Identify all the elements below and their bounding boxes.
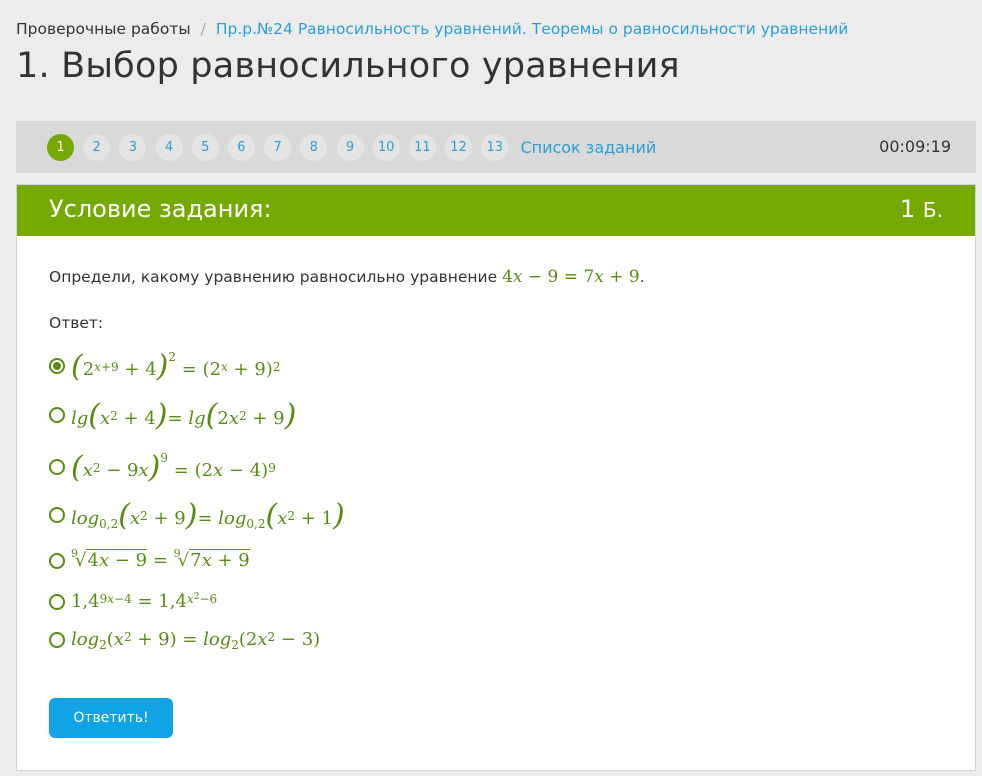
task-card: Условие задания: 1 Б. Определи, какому у… — [16, 184, 976, 771]
answer-option-5[interactable]: 9√4x − 9 = 9√7x + 9 — [49, 547, 250, 571]
option-5-equation: 9√4x − 9 = 9√7x + 9 — [71, 547, 250, 571]
question-equation: 4x − 9 = 7x + 9 — [502, 267, 640, 287]
breadcrumb: Проверочные работы / Пр.р.№24 Равносильнос… — [16, 20, 848, 38]
task-number-8[interactable]: 8 — [300, 133, 328, 161]
option-3-equation: (x2 − 9x)9 = (2x − 4)9 — [71, 450, 276, 485]
answer-option-6[interactable]: 1,49x−4 = 1,4x2−6 — [49, 591, 217, 612]
answer-option-3[interactable]: (x2 − 9x)9 = (2x − 4)9 — [49, 450, 276, 485]
task-number-9[interactable]: 9 — [336, 133, 364, 161]
radio-button[interactable] — [49, 593, 65, 610]
breadcrumb-root[interactable]: Проверочные работы — [16, 20, 191, 38]
task-number-3[interactable]: 3 — [119, 133, 147, 161]
option-7-equation: log2(x2 + 9) = log2(2x2 − 3) — [71, 629, 321, 652]
task-number-list: 1 2 3 4 5 6 7 8 9 10 11 12 13 Список зад… — [47, 133, 656, 161]
question-text: Определи, какому уравнению равносильно у… — [49, 267, 645, 287]
task-list-link[interactable]: Список заданий — [520, 138, 656, 157]
page-title: 1. Выбор равносильного уравнения — [16, 46, 680, 86]
task-number-2[interactable]: 2 — [83, 133, 111, 161]
breadcrumb-current-link[interactable]: Пр.р.№24 Равносильность уравнений. Теоре… — [216, 20, 849, 38]
task-number-1[interactable]: 1 — [47, 133, 74, 161]
answer-option-7[interactable]: log2(x2 + 9) = log2(2x2 − 3) — [49, 629, 321, 652]
task-number-4[interactable]: 4 — [155, 133, 183, 161]
breadcrumb-separator: / — [200, 20, 206, 38]
submit-answer-button[interactable]: Ответить! — [49, 698, 173, 738]
task-number-11[interactable]: 11 — [408, 133, 436, 161]
radio-button[interactable] — [49, 459, 65, 475]
answer-option-1[interactable]: (2x+9 + 4)2 = (2x + 9)2 — [49, 349, 281, 384]
option-6-equation: 1,49x−4 = 1,4x2−6 — [71, 591, 218, 612]
question-prompt: Определи, какому уравнению равносильно у… — [49, 268, 498, 286]
radio-button-selected[interactable] — [49, 358, 65, 374]
timer: 00:09:19 — [879, 137, 951, 156]
task-number-10[interactable]: 10 — [372, 133, 400, 161]
task-points: 1 Б. — [900, 195, 943, 223]
task-number-12[interactable]: 12 — [445, 133, 473, 161]
task-number-13[interactable]: 13 — [481, 133, 509, 161]
task-condition-title: Условие задания: — [49, 195, 272, 223]
task-points-unit: Б. — [922, 198, 943, 222]
option-2-equation: lg(x2 + 4)= lg(2x2 + 9) — [71, 398, 297, 433]
answer-option-4[interactable]: log0,2(x2 + 9)= log0,2(x2 + 1) — [49, 498, 345, 533]
task-card-header: Условие задания: 1 Б. — [17, 185, 975, 236]
answer-option-2[interactable]: lg(x2 + 4)= lg(2x2 + 9) — [49, 398, 297, 433]
radio-button[interactable] — [49, 407, 65, 423]
task-number-6[interactable]: 6 — [227, 133, 255, 161]
task-number-5[interactable]: 5 — [191, 133, 219, 161]
task-points-value: 1 — [900, 195, 916, 223]
task-navigation: 1 2 3 4 5 6 7 8 9 10 11 12 13 Список зад… — [16, 121, 976, 173]
radio-button[interactable] — [49, 552, 65, 569]
radio-button[interactable] — [49, 631, 65, 648]
question-end: . — [639, 268, 645, 286]
option-1-equation: (2x+9 + 4)2 = (2x + 9)2 — [71, 349, 281, 384]
task-number-7[interactable]: 7 — [264, 133, 292, 161]
answer-label: Ответ: — [49, 314, 104, 332]
radio-button[interactable] — [49, 507, 65, 523]
option-4-equation: log0,2(x2 + 9)= log0,2(x2 + 1) — [71, 498, 345, 533]
